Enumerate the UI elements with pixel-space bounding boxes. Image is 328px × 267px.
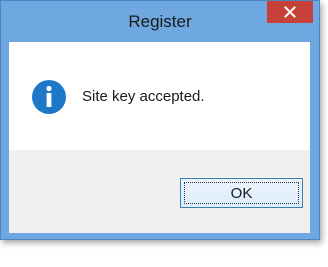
close-button[interactable] (267, 1, 313, 23)
message-text: Site key accepted. (82, 88, 205, 105)
dialog-content: Site key accepted. OK (9, 42, 310, 233)
info-icon (32, 80, 66, 114)
message-area: Site key accepted. (9, 42, 310, 150)
title-bar[interactable]: Register (1, 1, 319, 42)
focus-ring (184, 182, 299, 204)
close-icon (284, 6, 296, 18)
register-dialog: Register Site key accepted. OK (0, 0, 320, 240)
ok-button[interactable]: OK (180, 178, 303, 208)
button-area: OK (9, 150, 310, 233)
